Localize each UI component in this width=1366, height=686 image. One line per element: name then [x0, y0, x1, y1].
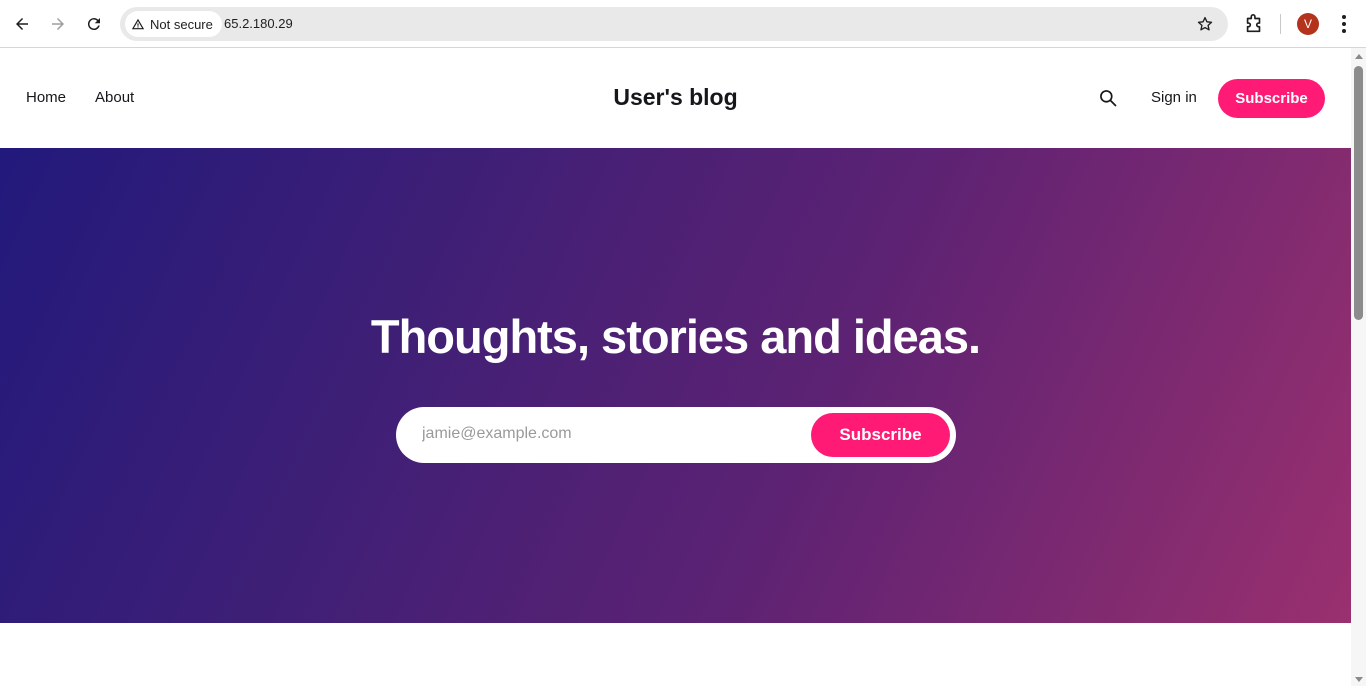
scrollbar-thumb[interactable] — [1354, 66, 1363, 320]
arrow-right-icon — [52, 18, 64, 30]
page-viewport: Home About User's blog Sign in Subscribe… — [0, 48, 1351, 686]
url-text[interactable]: 65.2.180.29 — [224, 16, 293, 31]
forward-button[interactable] — [44, 10, 72, 38]
subscribe-form: Subscribe — [396, 407, 956, 463]
bookmark-star-icon[interactable] — [1196, 15, 1214, 33]
extensions-puzzle-icon[interactable] — [1243, 13, 1265, 35]
security-chip[interactable]: Not secure — [125, 11, 222, 37]
menu-dot-icon — [1342, 22, 1346, 26]
hero-section: Thoughts, stories and ideas. Subscribe — [0, 148, 1351, 623]
menu-dot-icon — [1342, 15, 1346, 19]
scroll-down-arrow-icon[interactable] — [1355, 677, 1363, 682]
reload-icon — [87, 18, 100, 31]
search-icon[interactable] — [1098, 88, 1118, 108]
menu-dot-icon — [1342, 29, 1346, 33]
address-bar[interactable]: Not secure 65.2.180.29 — [120, 7, 1228, 41]
site-title[interactable]: User's blog — [0, 84, 1351, 111]
scroll-up-arrow-icon[interactable] — [1355, 54, 1363, 59]
hero-subscribe-button[interactable]: Subscribe — [811, 413, 950, 457]
hero-heading: Thoughts, stories and ideas. — [370, 310, 981, 363]
security-label: Not secure — [150, 16, 213, 32]
warning-icon — [131, 18, 145, 30]
sign-in-link[interactable]: Sign in — [1151, 89, 1197, 106]
reload-button[interactable] — [80, 10, 108, 38]
site-header: Home About User's blog Sign in Subscribe — [0, 48, 1351, 148]
page-scrollbar[interactable] — [1351, 48, 1366, 686]
header-subscribe-button[interactable]: Subscribe — [1218, 79, 1325, 118]
email-input[interactable] — [422, 425, 802, 443]
profile-avatar[interactable]: V — [1297, 13, 1319, 35]
toolbar-divider — [1280, 14, 1281, 34]
browser-toolbar: Not secure 65.2.180.29 V — [0, 0, 1366, 48]
arrow-left-icon — [16, 18, 28, 30]
browser-menu-button[interactable] — [1334, 13, 1354, 35]
back-button[interactable] — [8, 10, 36, 38]
